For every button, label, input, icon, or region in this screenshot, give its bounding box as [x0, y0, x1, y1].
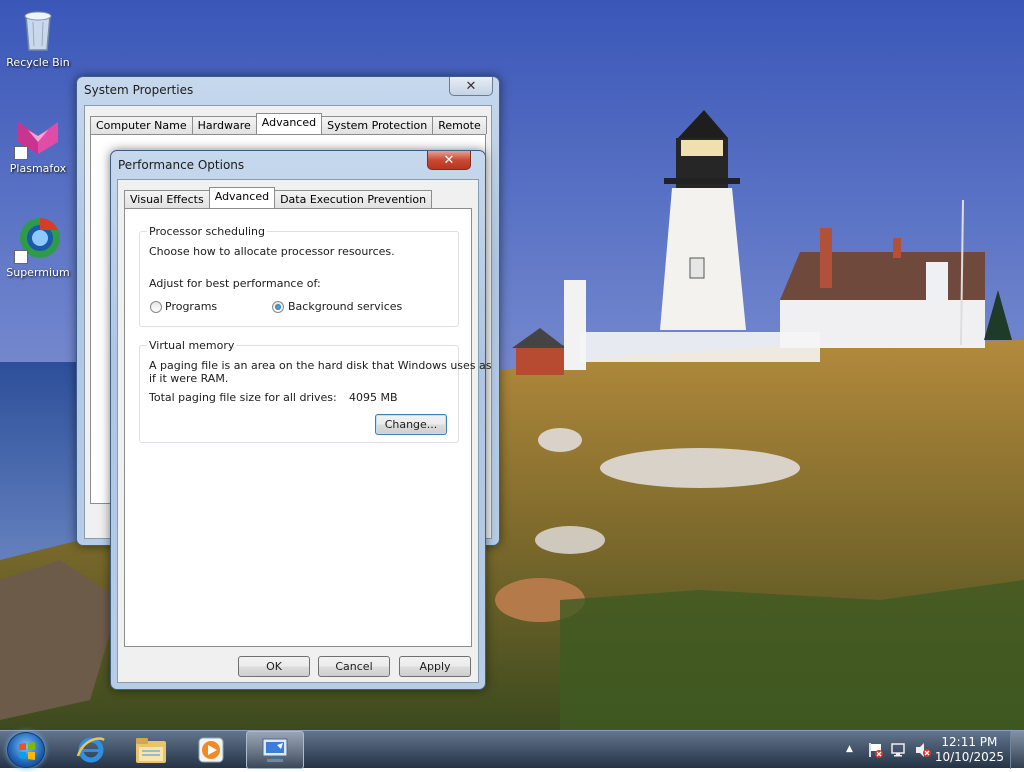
apply-button[interactable]: Apply [399, 656, 471, 677]
file-explorer-icon [136, 738, 166, 763]
close-icon: ✕ [443, 152, 455, 168]
volume-muted-icon[interactable] [914, 741, 932, 759]
window-title: System Properties [84, 83, 194, 97]
internet-explorer-icon [76, 737, 105, 763]
desktop-icon-label: Plasmafox [9, 162, 67, 175]
tab-strip: Computer Name Hardware Advanced System P… [90, 113, 487, 134]
close-button[interactable]: ✕ [427, 151, 471, 170]
dialog-client-area: Visual Effects Advanced Data Execution P… [117, 179, 492, 683]
processor-scheduling-group: Processor scheduling Choose how to alloc… [139, 225, 459, 327]
network-icon[interactable] [890, 741, 908, 759]
desktop-icon-recycle-bin[interactable]: Recycle Bin [0, 6, 76, 69]
tab-strip: Visual Effects Advanced Data Execution P… [124, 187, 433, 208]
change-button[interactable]: Change... [375, 414, 447, 435]
plasmafox-icon [14, 112, 62, 160]
taskbar-internet-explorer[interactable] [62, 731, 120, 769]
desktop-icon-label: Supermium [6, 266, 70, 279]
tab-data-execution-prevention[interactable]: Data Execution Prevention [274, 190, 433, 208]
programs-radio-label[interactable]: Programs [165, 300, 217, 313]
taskbar-clock[interactable]: 12:11 PM 10/10/2025 [935, 735, 1004, 765]
virtual-memory-description-line2: if it were RAM. [149, 372, 229, 385]
windows-logo-icon [19, 742, 35, 760]
show-hidden-icons-arrow-icon[interactable]: ▲ [846, 744, 853, 754]
clock-time: 12:11 PM [941, 735, 998, 749]
tab-computer-name[interactable]: Computer Name [90, 116, 193, 134]
processor-scheduling-description: Choose how to allocate processor resourc… [149, 245, 395, 258]
shortcut-arrow-icon [14, 146, 28, 160]
supermium-icon [14, 216, 62, 264]
tab-advanced[interactable]: Advanced [255, 113, 323, 134]
tab-panel-advanced: Processor scheduling Choose how to alloc… [124, 208, 492, 647]
group-title: Virtual memory [147, 339, 237, 352]
taskbar-system-properties[interactable] [246, 731, 304, 769]
desktop-icon-supermium[interactable]: Supermium [0, 216, 76, 279]
desktop-icon-label: Recycle Bin [6, 56, 70, 69]
ok-button[interactable]: OK [238, 656, 310, 677]
tab-remote[interactable]: Remote [432, 116, 487, 134]
virtual-memory-description-line1: A paging file is an area on the hard dis… [149, 359, 492, 372]
shortcut-arrow-icon [14, 250, 28, 264]
desktop-icon-plasmafox[interactable]: Plasmafox [0, 112, 76, 175]
tab-hardware[interactable]: Hardware [191, 116, 257, 134]
cancel-button[interactable]: Cancel [318, 656, 390, 677]
close-icon: ✕ [465, 78, 477, 94]
media-player-icon [198, 737, 224, 763]
recycle-bin-icon [14, 6, 62, 54]
group-title: Processor scheduling [147, 225, 268, 238]
taskbar: ▲ 12:11 PM 10/10/2025 [0, 730, 1024, 769]
clock-date: 10/10/2025 [934, 750, 1004, 764]
system-properties-icon [262, 738, 288, 762]
dialog-title: Performance Options [118, 158, 245, 172]
taskbar-media-player[interactable] [182, 731, 240, 769]
performance-options-dialog: Performance Options ✕ Visual Effects Adv… [110, 150, 492, 690]
virtual-memory-group: Virtual memory A paging file is an area … [139, 339, 492, 443]
show-desktop-button[interactable] [1010, 731, 1024, 769]
total-paging-file-value: 4095 MB [349, 391, 398, 404]
close-button[interactable]: ✕ [449, 77, 493, 96]
programs-radio[interactable] [150, 301, 162, 313]
adjust-label: Adjust for best performance of: [149, 277, 321, 290]
total-paging-file-label: Total paging file size for all drives: [149, 391, 337, 404]
taskbar-file-explorer[interactable] [122, 731, 180, 769]
tab-system-protection[interactable]: System Protection [321, 116, 434, 134]
background-services-radio-label[interactable]: Background services [288, 300, 402, 313]
tab-visual-effects[interactable]: Visual Effects [124, 190, 210, 208]
system-tray: ▲ [842, 731, 942, 769]
tab-advanced[interactable]: Advanced [208, 187, 276, 208]
start-button[interactable] [7, 732, 45, 768]
background-services-radio[interactable] [272, 301, 284, 313]
action-center-flag-icon[interactable] [866, 741, 884, 759]
